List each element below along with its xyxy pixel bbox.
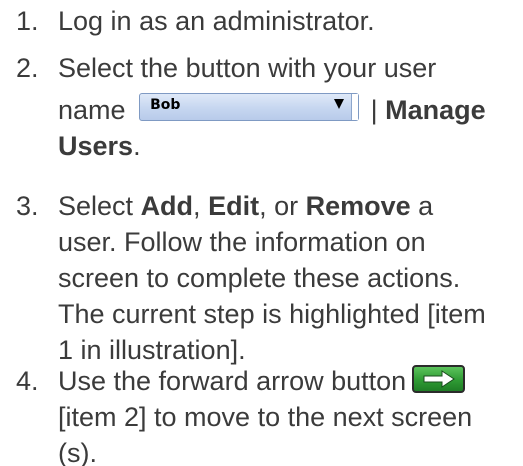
- step-3-number: 3.: [16, 191, 39, 221]
- step-3-comma: ,: [193, 191, 201, 221]
- step-3-line-2: user. Follow the information on: [58, 227, 426, 257]
- step-1-number: 1.: [16, 6, 39, 36]
- forward-arrow-button[interactable]: [412, 365, 466, 393]
- arrow-right-icon: [423, 370, 456, 388]
- step-4-line-1: Use the forward arrow button: [58, 363, 518, 399]
- manage-users-label: Manage: [385, 95, 486, 125]
- step-2-line-2: name Bob | Manage: [58, 92, 518, 128]
- step-3-line-4: The current step is highlighted [item: [58, 299, 486, 329]
- instructions-list: 1. Log in as an administrator. 2. Select…: [0, 0, 523, 466]
- edit-label: Edit: [208, 191, 260, 221]
- step-2-separator: |: [370, 95, 378, 125]
- step-4-number: 4.: [16, 366, 39, 396]
- step-1-text: Log in as an administrator.: [58, 6, 375, 36]
- step-3-select-text: Select: [58, 191, 134, 221]
- step-4-line-2: [item 2] to move to the next screen: [58, 402, 473, 432]
- add-label: Add: [140, 191, 194, 221]
- step-2-line-1: Select the button with your user: [58, 53, 437, 83]
- step-2-name-text: name: [58, 95, 126, 125]
- step-3-line-1: Select Add, Edit, or Remove a: [58, 188, 518, 224]
- step-2-period: .: [133, 131, 141, 161]
- user-name-value: Bob: [150, 97, 181, 113]
- step-4-text: Use the forward arrow button: [58, 366, 407, 396]
- step-3-a: a: [418, 191, 434, 221]
- manage-users-label-2: Users: [58, 131, 134, 161]
- step-2-line-3: Users.: [58, 128, 518, 164]
- step-3-line-3: screen to complete these actions.: [58, 263, 461, 293]
- user-name-dropdown[interactable]: Bob: [139, 93, 360, 121]
- step-4-line-3: (s).: [58, 438, 97, 466]
- remove-label: Remove: [305, 191, 411, 221]
- step-2-number: 2.: [16, 53, 39, 83]
- step-3-or: , or: [259, 191, 299, 221]
- dropdown-edge: [351, 94, 359, 120]
- chevron-down-icon: [334, 99, 345, 109]
